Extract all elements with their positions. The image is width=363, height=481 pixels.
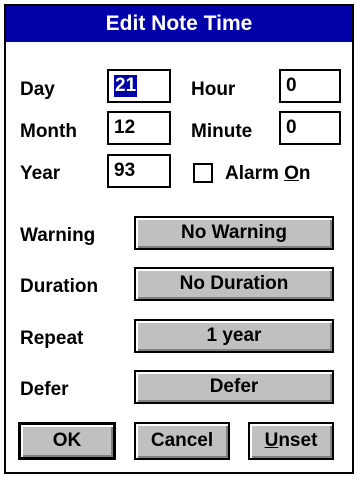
duration-label: Duration [20,276,99,297]
warning-button[interactable]: No Warning [134,216,334,250]
alarm-label-accel: O [284,163,299,184]
hour-label: Hour [191,79,236,100]
month-value: 12 [114,117,136,138]
hour-field[interactable]: 0 [279,69,341,103]
dialog-title: Edit Note Time [105,12,253,35]
ok-button[interactable]: OK [18,422,116,460]
defer-label: Defer [20,379,69,400]
minute-value: 0 [286,117,297,138]
alarm-label-suffix: n [298,163,311,184]
unset-accel: U [264,430,279,451]
edit-note-time-dialog: Edit Note Time Day 21 Hour 0 Month 12 Mi… [4,4,354,474]
title-bar: Edit Note Time [6,6,352,42]
month-label: Month [20,121,77,142]
minute-label: Minute [191,121,253,142]
year-value: 93 [114,160,136,181]
day-field[interactable]: 21 [107,69,171,103]
year-field[interactable]: 93 [107,154,171,188]
day-label: Day [20,79,55,100]
cancel-button[interactable]: Cancel [134,422,230,460]
defer-button[interactable]: Defer [134,370,334,404]
alarm-checkbox[interactable] [193,163,213,183]
duration-button[interactable]: No Duration [134,267,334,301]
minute-field[interactable]: 0 [279,111,341,145]
day-value: 21 [114,75,138,97]
warning-label: Warning [20,225,96,246]
unset-rest: nset [278,430,318,451]
repeat-label: Repeat [20,328,84,349]
alarm-label[interactable]: Alarm On [225,163,311,185]
unset-button[interactable]: Unset [248,422,334,460]
month-field[interactable]: 12 [107,111,171,145]
year-label: Year [20,163,61,184]
hour-value: 0 [286,75,297,96]
repeat-button[interactable]: 1 year [134,319,334,353]
alarm-label-prefix: Alarm [225,163,285,184]
